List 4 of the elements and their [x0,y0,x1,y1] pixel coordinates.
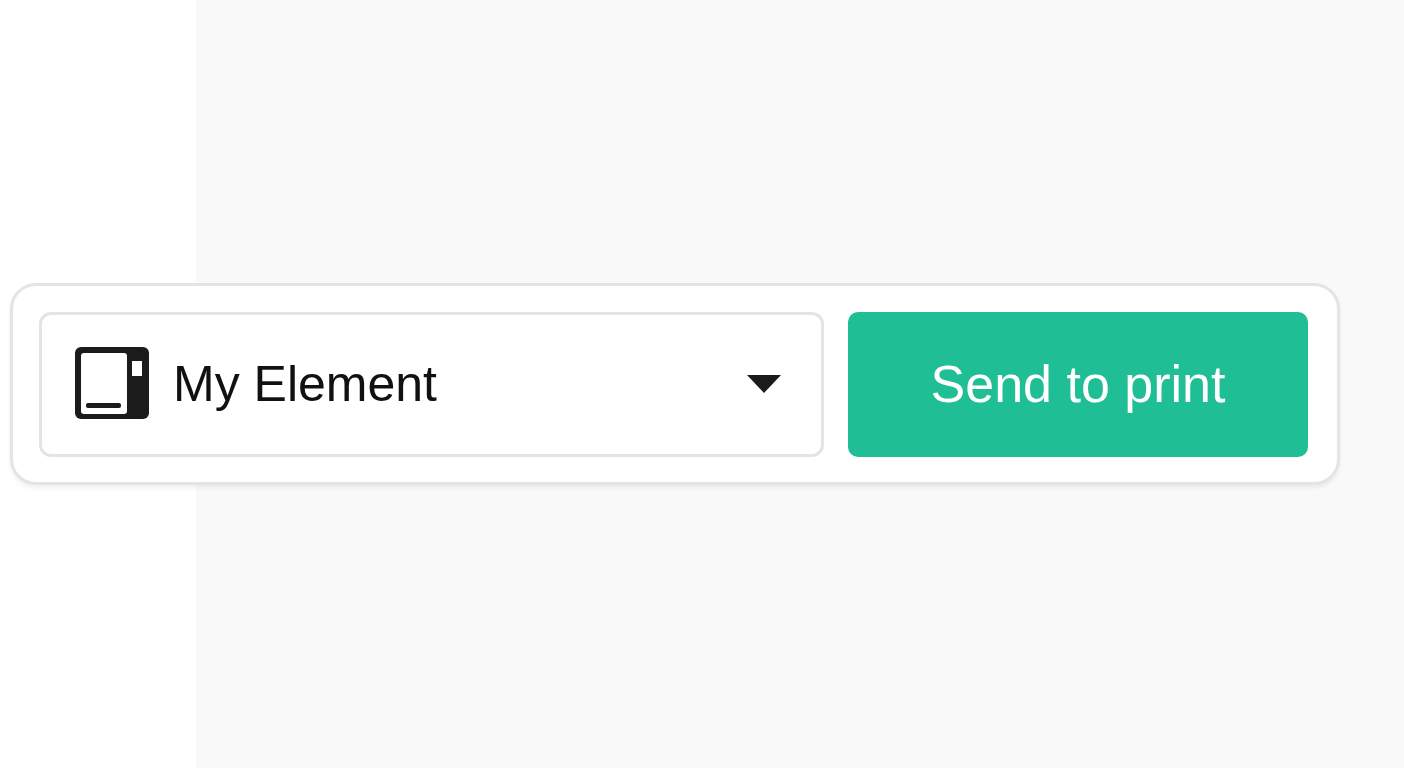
element-dropdown[interactable]: My Element [39,311,824,457]
selected-value: My Element [173,354,437,414]
book-icon [75,347,149,421]
caret-icon [747,375,781,393]
